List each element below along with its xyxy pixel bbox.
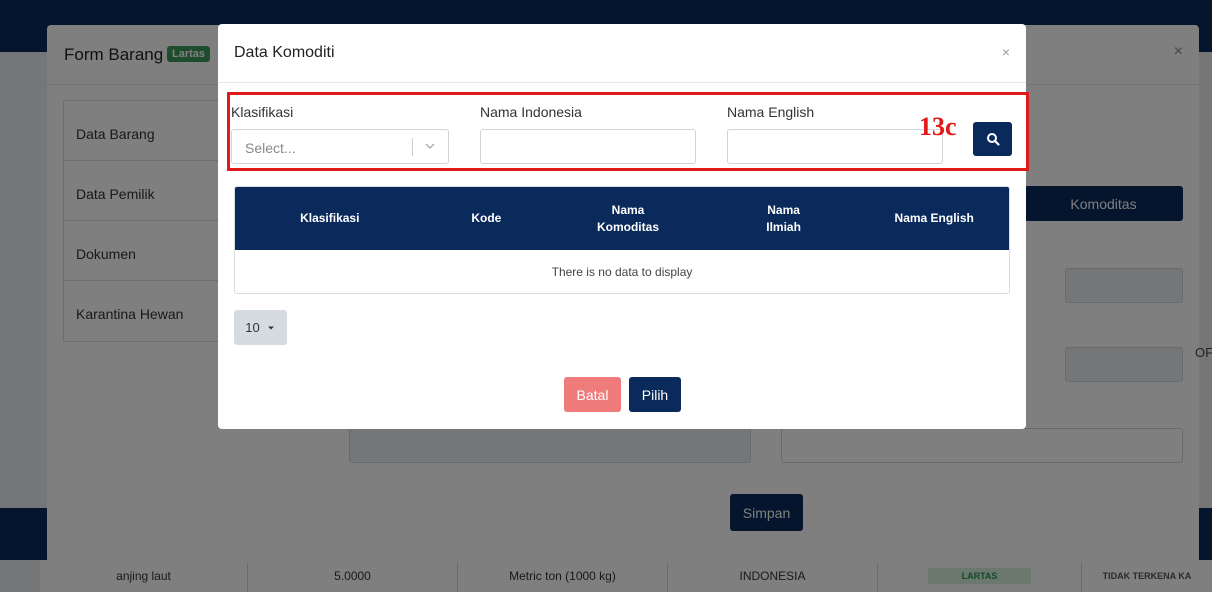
modal-title: Data Komoditi	[234, 44, 335, 61]
komoditi-table: Klasifikasi Kode Nama Komoditas Nama Ilmia…	[234, 186, 1010, 294]
column-header-klasifikasi[interactable]: Klasifikasi	[235, 210, 425, 227]
nama-english-input[interactable]	[727, 129, 943, 164]
page-size-select[interactable]: 10	[234, 310, 287, 345]
table-header: Klasifikasi Kode Nama Komoditas Nama Ilmia…	[235, 187, 1009, 250]
klasifikasi-label: Klasifikasi	[231, 104, 294, 120]
annotation-label: 13c	[919, 112, 957, 141]
search-button[interactable]	[973, 122, 1012, 156]
modal-header: Data Komoditi ×	[218, 24, 1026, 83]
batal-button[interactable]: Batal	[564, 377, 621, 412]
select-placeholder: Select...	[245, 140, 296, 156]
nama-indonesia-label: Nama Indonesia	[480, 104, 582, 120]
column-header-nama-ilmiah[interactable]: Nama Ilmiah	[708, 202, 860, 236]
column-header-kode[interactable]: Kode	[425, 210, 549, 227]
caret-down-icon	[267, 326, 274, 329]
data-komoditi-modal: Data Komoditi × Klasifikasi Select... Na…	[218, 24, 1029, 429]
pilih-button[interactable]: Pilih	[629, 377, 681, 412]
chevron-down-icon[interactable]	[424, 139, 436, 157]
column-header-nama-english[interactable]: Nama English	[859, 210, 1009, 227]
nama-indonesia-input[interactable]	[480, 129, 696, 164]
select-separator	[412, 138, 413, 156]
column-header-nama-komoditas[interactable]: Nama Komoditas	[548, 202, 708, 236]
search-icon	[986, 133, 1000, 146]
klasifikasi-select[interactable]: Select...	[231, 129, 449, 164]
page-size-value: 10	[245, 320, 260, 335]
close-icon[interactable]: ×	[1002, 44, 1010, 60]
empty-state-message: There is no data to display	[551, 265, 693, 279]
nama-english-label: Nama English	[727, 104, 815, 120]
